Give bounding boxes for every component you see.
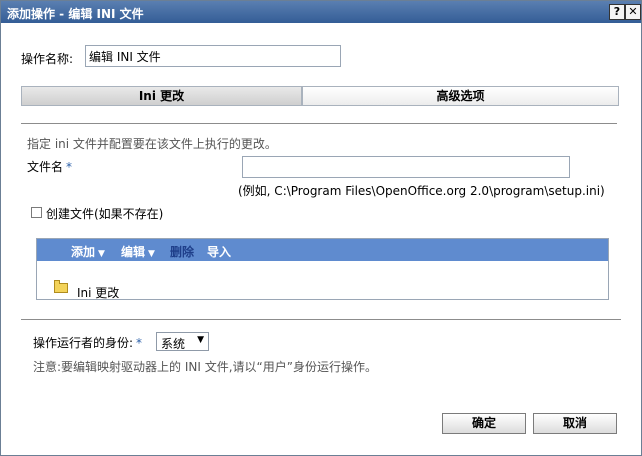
title-bar[interactable]: 添加操作 - 编辑 INI 文件 ? ✕ — [1, 1, 641, 23]
ok-button[interactable]: 确定 — [442, 413, 526, 434]
add-menu-button[interactable]: 添加 ▼ — [71, 243, 105, 260]
action-name-label: 操作名称: — [21, 52, 74, 66]
ini-description: 指定 ini 文件并配置要在该文件上执行的更改。 — [27, 137, 277, 151]
close-icon[interactable]: ✕ — [625, 4, 641, 20]
tab-divider — [21, 123, 617, 124]
tab-advanced-options[interactable]: 高级选项 — [302, 86, 619, 106]
run-as-label: 操作运行者的身份: * — [33, 336, 143, 350]
run-as-value: 系统 — [161, 337, 186, 351]
file-name-example: (例如, C:\Program Files\OpenOffice.org 2.0… — [238, 184, 605, 198]
help-icon[interactable]: ? — [609, 4, 625, 20]
delete-button[interactable]: 删除 — [170, 243, 194, 260]
tab-ini-changes[interactable]: Ini 更改 — [21, 86, 302, 106]
folder-icon — [54, 280, 68, 293]
chevron-down-icon: ▼ — [98, 249, 105, 259]
chevron-down-icon: ▼ — [197, 335, 204, 345]
create-file-label: 创建文件(如果不存在) — [46, 207, 164, 221]
file-name-input[interactable] — [242, 156, 570, 178]
tree-item-ini-changes[interactable]: Ini 更改 — [77, 284, 119, 301]
create-file-checkbox[interactable] — [31, 207, 42, 218]
tab-strip: Ini 更改 高级选项 — [21, 86, 619, 108]
chevron-down-icon: ▼ — [148, 249, 155, 259]
add-action-dialog: 添加操作 - 编辑 INI 文件 ? ✕ 操作名称: Ini 更改 高级选项 指… — [0, 0, 642, 456]
changes-toolbar: 添加 ▼ 编辑 ▼ 删除 导入 — [37, 239, 608, 261]
import-button[interactable]: 导入 — [207, 243, 231, 260]
edit-menu-button[interactable]: 编辑 ▼ — [121, 243, 155, 260]
run-as-select[interactable]: 系统 ▼ — [156, 332, 209, 351]
file-name-label: 文件名 * — [27, 160, 73, 174]
run-as-note: 注意:要编辑映射驱动器上的 INI 文件,请以“用户”身份运行操作。 — [33, 360, 377, 374]
section-divider — [21, 319, 621, 320]
window-title: 添加操作 - 编辑 INI 文件 — [7, 7, 144, 21]
action-name-input[interactable] — [85, 45, 341, 67]
cancel-button[interactable]: 取消 — [533, 413, 617, 434]
required-marker: * — [66, 160, 73, 174]
ini-changes-panel: 添加 ▼ 编辑 ▼ 删除 导入 Ini 更改 — [36, 238, 609, 300]
required-marker: * — [136, 336, 143, 350]
